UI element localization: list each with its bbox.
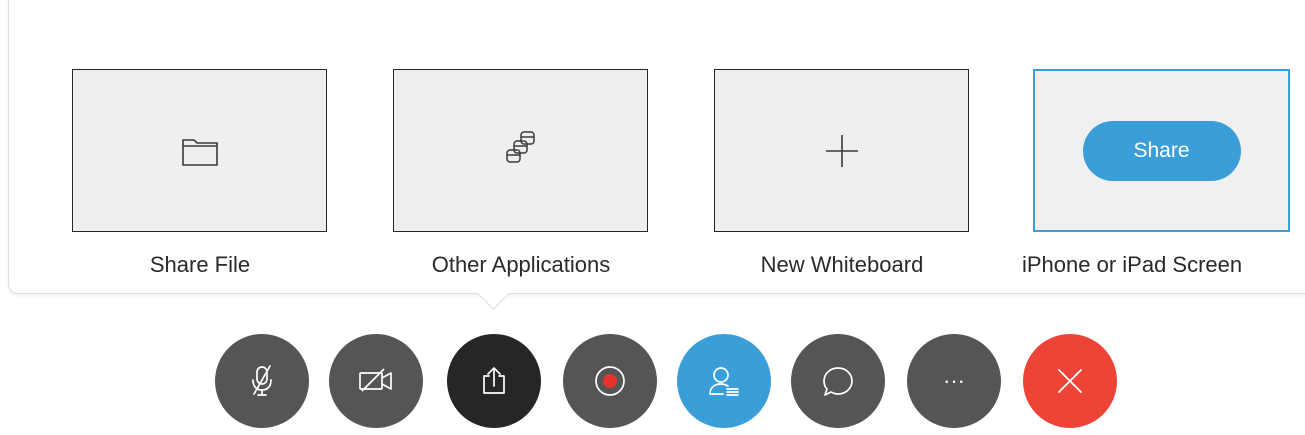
new-whiteboard-option[interactable] xyxy=(714,69,969,232)
other-applications-option[interactable] xyxy=(393,69,648,232)
iphone-ipad-screen-option[interactable]: Share xyxy=(1033,69,1290,232)
share-content-button[interactable] xyxy=(447,334,541,428)
leave-meeting-button[interactable] xyxy=(1023,334,1117,428)
video-off-icon xyxy=(357,366,395,396)
more-horizontal-icon: ··· xyxy=(943,368,965,393)
record-icon xyxy=(594,365,626,397)
participants-button[interactable] xyxy=(677,334,771,428)
record-button[interactable] xyxy=(563,334,657,428)
new-whiteboard-label: New Whiteboard xyxy=(760,252,924,277)
share-upload-icon xyxy=(478,365,510,397)
participants-icon xyxy=(707,365,741,397)
chat-button[interactable] xyxy=(791,334,885,428)
applications-stack-icon xyxy=(499,129,543,173)
plus-icon xyxy=(824,133,860,169)
share-button[interactable]: Share xyxy=(1082,120,1241,181)
close-icon xyxy=(1055,366,1085,396)
stop-video-button[interactable] xyxy=(329,334,423,428)
more-options-button[interactable]: ··· xyxy=(907,334,1001,428)
microphone-muted-icon xyxy=(247,364,277,398)
chat-bubble-icon xyxy=(821,364,855,398)
share-file-label: Share File xyxy=(149,252,251,277)
iphone-ipad-screen-label: iPhone or iPad Screen xyxy=(1022,252,1243,277)
other-applications-label: Other Applications xyxy=(431,252,611,277)
mute-microphone-button[interactable] xyxy=(215,334,309,428)
share-file-option[interactable] xyxy=(72,69,327,232)
folder-icon xyxy=(181,135,219,167)
